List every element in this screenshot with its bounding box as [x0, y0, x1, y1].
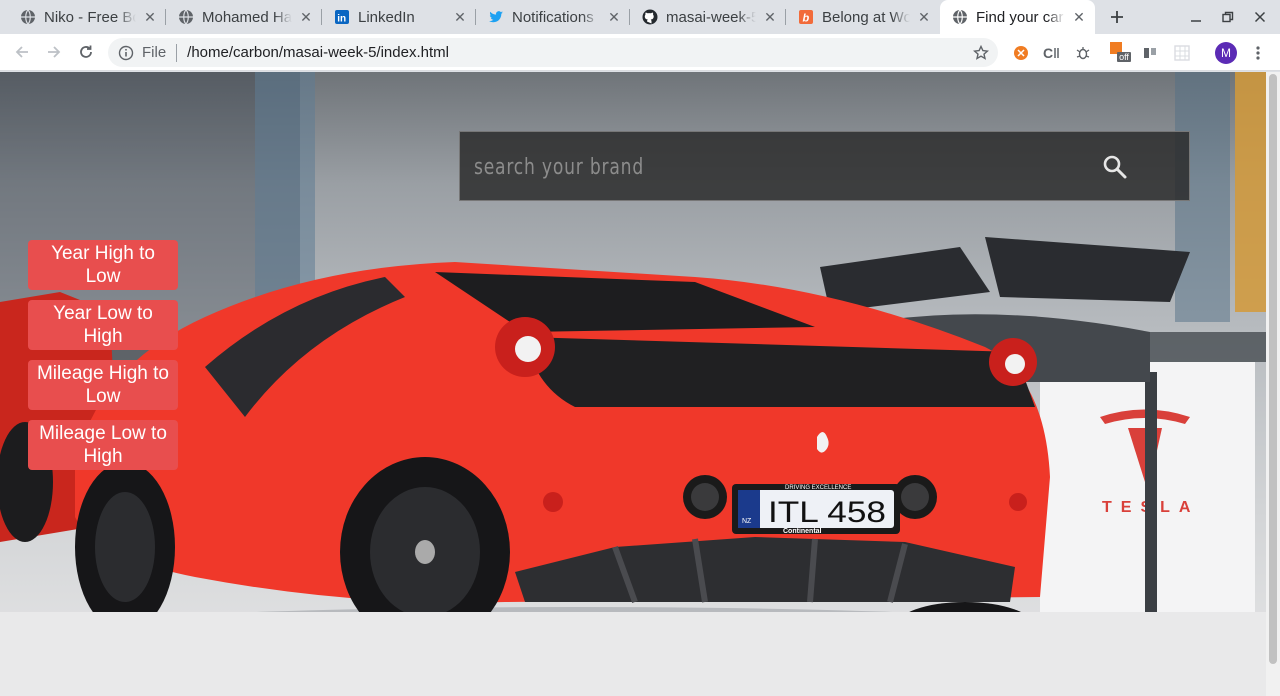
- close-icon[interactable]: ✕: [1071, 9, 1087, 25]
- tab-github[interactable]: masai-week-5 ✕: [630, 0, 786, 34]
- svg-text:b: b: [803, 13, 810, 25]
- address-bar[interactable]: File /home/carbon/masai-week-5/index.htm…: [108, 38, 998, 67]
- forward-button[interactable]: [40, 38, 68, 66]
- belong-icon: b: [798, 9, 814, 25]
- url-text[interactable]: /home/carbon/masai-week-5/index.html: [187, 44, 449, 61]
- bookmark-extension-icon[interactable]: [1140, 43, 1160, 63]
- svg-text:DRIVING EXCELLENCE: DRIVING EXCELLENCE: [785, 485, 851, 491]
- grid-extension-icon[interactable]: [1172, 43, 1192, 63]
- tab-niko[interactable]: Niko - Free Bo ✕: [8, 0, 166, 34]
- new-tab-button[interactable]: [1104, 4, 1130, 30]
- close-icon[interactable]: ✕: [916, 9, 932, 25]
- orange-extension-icon[interactable]: [1011, 43, 1031, 63]
- bookmark-star-icon[interactable]: [972, 44, 990, 62]
- profile-avatar[interactable]: M: [1215, 42, 1237, 64]
- svg-text:Continental: Continental: [783, 528, 822, 535]
- info-icon[interactable]: [118, 45, 134, 61]
- tab-linkedin[interactable]: in LinkedIn ✕: [322, 0, 476, 34]
- close-icon[interactable]: ✕: [298, 9, 314, 25]
- twitter-icon: [488, 9, 504, 25]
- menu-kebab-icon[interactable]: [1248, 43, 1268, 63]
- tab-title: Belong at Wo: [822, 8, 910, 26]
- ferrari-car: NZ ITL 458 DRIVING EXCELLENCE Continenta…: [75, 262, 1055, 647]
- tab-mohamed[interactable]: Mohamed Ha ✕: [166, 0, 322, 34]
- sort-year-desc-button[interactable]: Year High to Low: [28, 240, 178, 290]
- sort-mileage-desc-button[interactable]: Mileage High to Low: [28, 360, 178, 410]
- reload-button[interactable]: [72, 38, 100, 66]
- sort-year-asc-button[interactable]: Year Low to High: [28, 300, 178, 350]
- restore-button[interactable]: [1212, 0, 1244, 34]
- page-viewport: TESLA: [0, 72, 1266, 696]
- scheme-chip: File: [142, 44, 167, 61]
- close-icon[interactable]: ✕: [606, 9, 622, 25]
- close-icon[interactable]: ✕: [762, 9, 778, 25]
- minimize-button[interactable]: [1180, 0, 1212, 34]
- tab-title: Notifications: [512, 8, 600, 26]
- globe-icon: [178, 9, 194, 25]
- tab-title: masai-week-5: [666, 8, 756, 26]
- tab-title: Niko - Free Bo: [44, 8, 136, 26]
- brand-search-box: [459, 131, 1190, 201]
- off-badge: off: [1119, 52, 1129, 62]
- tab-title: Mohamed Ha: [202, 8, 292, 26]
- page-scrollbar[interactable]: [1266, 72, 1280, 696]
- close-icon[interactable]: ✕: [142, 9, 158, 25]
- tab-title: Find your car: [976, 8, 1065, 26]
- github-icon: [642, 9, 658, 25]
- bug-extension-icon[interactable]: [1073, 43, 1093, 63]
- tab-belong[interactable]: b Belong at Wo ✕: [786, 0, 940, 34]
- globe-icon: [952, 9, 968, 25]
- svg-text:NZ: NZ: [742, 518, 752, 525]
- globe-icon: [20, 9, 36, 25]
- back-button[interactable]: [8, 38, 36, 66]
- linkedin-icon: in: [334, 9, 350, 25]
- sort-mileage-asc-button[interactable]: Mileage Low to High: [28, 420, 178, 470]
- svg-text:in: in: [337, 14, 346, 25]
- off-extension-icon[interactable]: off: [1108, 40, 1132, 64]
- brand-search-input[interactable]: [474, 146, 942, 188]
- close-icon[interactable]: ✕: [452, 9, 468, 25]
- svg-text:ITL 458: ITL 458: [768, 496, 886, 529]
- svg-text:C: C: [1043, 45, 1053, 61]
- close-window-button[interactable]: [1244, 0, 1276, 34]
- tab-title: LinkedIn: [358, 8, 446, 26]
- tab-find-your-car[interactable]: Find your car ✕: [940, 0, 1095, 34]
- browser-toolbar: File /home/carbon/masai-week-5/index.htm…: [0, 34, 1280, 71]
- scrollbar-thumb[interactable]: [1269, 74, 1277, 664]
- search-icon[interactable]: [1100, 152, 1130, 182]
- tab-notifications[interactable]: Notifications ✕: [476, 0, 630, 34]
- showroom-floor: [0, 612, 1266, 696]
- code-extension-icon[interactable]: C: [1042, 43, 1062, 63]
- tab-strip: Niko - Free Bo ✕ Mohamed Ha ✕ in LinkedI…: [0, 0, 1280, 34]
